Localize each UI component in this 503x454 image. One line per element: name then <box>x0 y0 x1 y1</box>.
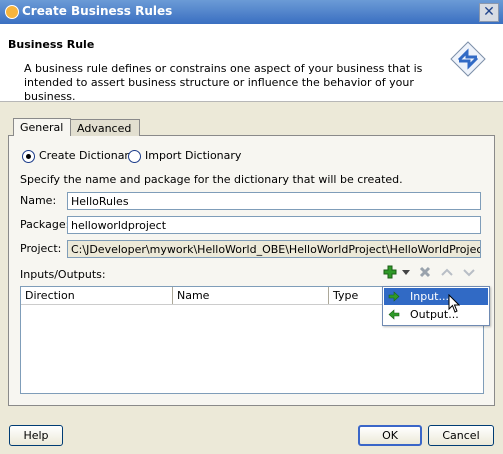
add-dropdown-menu: Input... Output... <box>382 286 490 326</box>
move-up-icon[interactable] <box>440 263 454 281</box>
create-dictionary-label: Create Dictionary <box>39 149 136 162</box>
output-arrow-icon <box>388 309 400 320</box>
header-panel: Business Rule A business rule defines or… <box>0 24 503 103</box>
window-title: Create Business Rules <box>22 4 173 18</box>
mouse-cursor-icon <box>448 294 460 313</box>
move-down-icon[interactable] <box>462 263 476 281</box>
radio-unselected-icon[interactable] <box>128 149 141 163</box>
tab-advanced[interactable]: Advanced <box>70 119 140 136</box>
section-description: A business rule defines or constrains on… <box>24 62 423 103</box>
name-label: Name: <box>20 194 57 207</box>
package-field[interactable]: helloworldproject <box>67 216 481 234</box>
add-icon[interactable] <box>383 263 397 281</box>
name-field[interactable]: HelloRules <box>67 192 481 210</box>
input-label: Input... <box>410 290 449 303</box>
inputs-outputs-label: Inputs/Outputs: <box>20 268 106 281</box>
ok-button[interactable]: OK <box>358 425 422 446</box>
create-dictionary-option[interactable]: Create Dictionary <box>22 149 135 163</box>
tab-general[interactable]: General <box>13 118 71 136</box>
column-name[interactable]: Name <box>173 287 329 304</box>
import-dictionary-label: Import Dictionary <box>145 149 242 162</box>
column-direction[interactable]: Direction <box>21 287 173 304</box>
package-label: Package: <box>20 218 70 231</box>
radio-selected-icon[interactable] <box>22 149 35 163</box>
section-title: Business Rule <box>8 38 95 51</box>
dropdown-arrow-icon[interactable] <box>401 263 411 281</box>
import-dictionary-option[interactable]: Import Dictionary <box>128 149 241 163</box>
app-icon <box>5 5 19 19</box>
instruction-text: Specify the name and package for the dic… <box>20 173 403 186</box>
menu-item-input[interactable]: Input... <box>384 288 488 305</box>
close-button[interactable]: ✕ <box>479 3 499 22</box>
menu-item-output[interactable]: Output... <box>384 306 488 323</box>
title-bar[interactable]: Create Business Rules ✕ <box>0 0 503 24</box>
help-button[interactable]: Help <box>9 425 63 446</box>
input-arrow-icon <box>388 291 400 302</box>
delete-icon[interactable] <box>418 263 432 281</box>
cancel-button[interactable]: Cancel <box>428 425 494 446</box>
business-rule-icon <box>450 41 486 77</box>
project-field: C:\JDeveloper\mywork\HelloWorld_OBE\Hell… <box>67 240 481 258</box>
project-label: Project: <box>20 242 62 255</box>
create-business-rules-dialog: Create Business Rules ✕ Business Rule A … <box>0 0 503 454</box>
